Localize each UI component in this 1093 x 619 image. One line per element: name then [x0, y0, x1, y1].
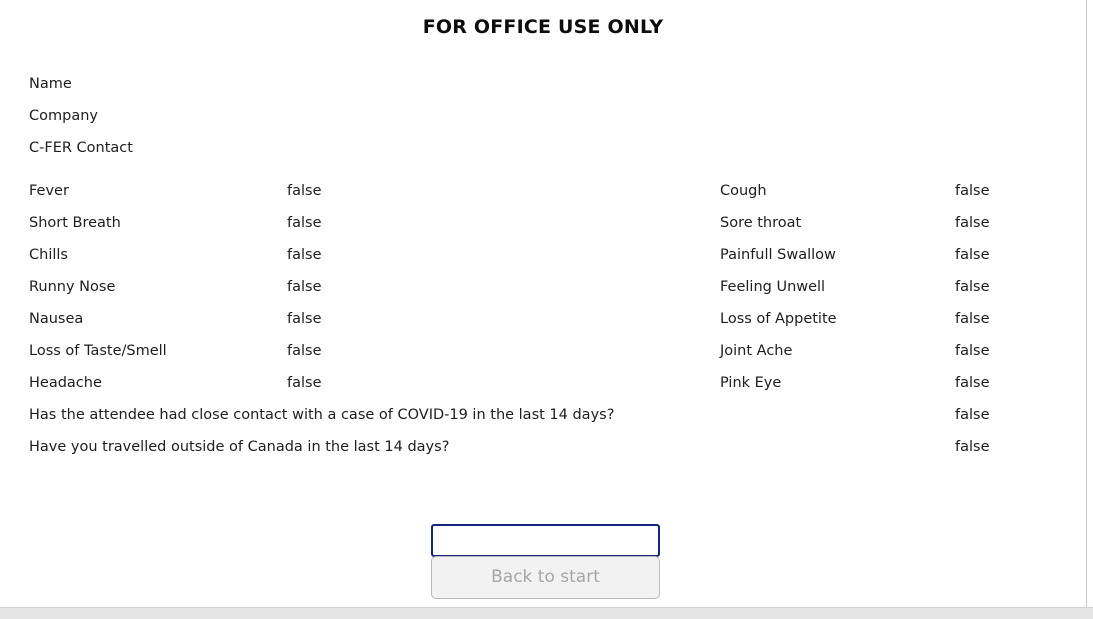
symptom-label-short-breath: Short Breath — [29, 215, 121, 231]
symptom-label-joint-ache: Joint Ache — [720, 343, 793, 359]
question-value-close-contact: false — [955, 407, 990, 423]
symptom-value-fever: false — [287, 183, 322, 199]
symptom-label-feeling-unwell: Feeling Unwell — [720, 279, 826, 295]
symptom-label-nausea: Nausea — [29, 311, 84, 327]
symptom-label-pink-eye: Pink Eye — [720, 375, 782, 391]
symptom-value-painfull-swallow: false — [955, 247, 990, 263]
symptom-value-cough: false — [955, 183, 990, 199]
symptom-label-runny-nose: Runny Nose — [29, 279, 116, 295]
symptom-label-cough: Cough — [720, 183, 767, 199]
identity-label-cfer-contact: C-FER Contact — [29, 140, 133, 156]
symptom-label-loss-of-taste-smell: Loss of Taste/Smell — [29, 343, 167, 359]
symptom-value-headache: false — [287, 375, 322, 391]
symptom-label-sore-throat: Sore throat — [720, 215, 802, 231]
symptom-label-fever: Fever — [29, 183, 69, 199]
symptom-value-loss-of-taste-smell: false — [287, 343, 322, 359]
symptom-value-feeling-unwell: false — [955, 279, 990, 295]
horizontal-scrollbar[interactable] — [0, 607, 1093, 619]
question-value-travel-outside-canada: false — [955, 439, 990, 455]
symptom-value-loss-of-appetite: false — [955, 311, 990, 327]
symptom-value-short-breath: false — [287, 215, 322, 231]
symptom-value-joint-ache: false — [955, 343, 990, 359]
question-label-travel-outside-canada: Have you travelled outside of Canada in … — [29, 439, 450, 455]
office-use-form-page: FOR OFFICE USE ONLY Name Company C-FER C… — [0, 0, 1086, 607]
window-right-gutter — [1087, 0, 1093, 607]
question-label-close-contact: Has the attendee had close contact with … — [29, 407, 615, 423]
symptom-value-runny-nose: false — [287, 279, 322, 295]
office-use-text-input[interactable] — [431, 524, 660, 557]
symptom-label-painfull-swallow: Painfull Swallow — [720, 247, 836, 263]
back-to-start-button[interactable]: Back to start — [431, 556, 660, 599]
symptom-value-nausea: false — [287, 311, 322, 327]
symptom-label-chills: Chills — [29, 247, 68, 263]
bottom-control-stack: Back to start — [431, 524, 660, 599]
page-title: FOR OFFICE USE ONLY — [422, 16, 664, 38]
symptom-value-pink-eye: false — [955, 375, 990, 391]
identity-label-company: Company — [29, 108, 98, 124]
symptom-label-headache: Headache — [29, 375, 102, 391]
symptom-value-chills: false — [287, 247, 322, 263]
symptom-value-sore-throat: false — [955, 215, 990, 231]
identity-label-name: Name — [29, 76, 72, 92]
symptom-label-loss-of-appetite: Loss of Appetite — [720, 311, 837, 327]
